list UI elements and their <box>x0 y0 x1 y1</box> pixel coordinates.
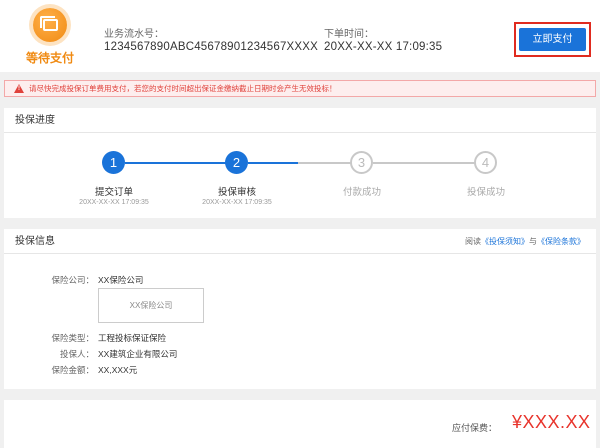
warning-text: 请尽快完成投保订单费用支付，若您的支付时间超出保证金缴纳截止日期时会产生无效投标… <box>29 84 337 93</box>
step-1-time: 20XX-XX-XX 17:09:35 <box>79 199 149 206</box>
step-1-circle: 1 <box>102 151 125 174</box>
read-prefix: 阅读 <box>465 237 481 246</box>
card-wallet-icon <box>33 8 67 42</box>
step-4-circle: 4 <box>474 151 497 174</box>
progress-panel: 投保进度 1 2 3 4 提交订单 投保审核 付款成功 投保成功 20XX-XX… <box>4 108 596 218</box>
holder-value: XX建筑企业有限公司 <box>98 349 178 359</box>
step-2-circle: 2 <box>225 151 248 174</box>
type-label: 保险类型： <box>51 333 94 343</box>
insurance-info-title: 投保信息 <box>15 236 55 247</box>
step-2-time: 20XX-XX-XX 17:09:35 <box>202 199 272 206</box>
read-and: 与 <box>529 237 537 246</box>
insurance-terms-link[interactable]: 《保险条款》 <box>537 237 585 246</box>
progress-steps: 1 2 3 4 提交订单 投保审核 付款成功 投保成功 20XX-XX-XX 1… <box>4 133 596 223</box>
due-amount: ¥XXX.XX <box>512 412 591 432</box>
terms-note: 阅读《投保须知》与《保险条款》 <box>465 229 585 254</box>
insurance-info-header: 投保信息 阅读《投保须知》与《保险条款》 <box>4 229 596 254</box>
insurance-info-panel: 投保信息 阅读《投保须知》与《保险条款》 保险公司： XX保险公司 XX保险公司… <box>4 229 596 389</box>
insurance-info-body: 保险公司： XX保险公司 XX保险公司 保险类型： 工程投标保证保险 投保人： … <box>4 254 596 388</box>
step-4-label: 投保成功 <box>466 187 505 198</box>
step-3-label: 付款成功 <box>342 187 381 198</box>
holder-label: 投保人： <box>59 349 94 359</box>
order-status: 等待支付 <box>22 8 78 66</box>
type-value: 工程投标保证保险 <box>98 333 167 343</box>
serial-value: 1234567890ABC45678901234567XXXX <box>104 41 319 53</box>
amount-value: XX,XXX元 <box>98 365 138 375</box>
step-2-label: 投保审核 <box>217 187 256 198</box>
step-connector-2a <box>248 162 298 164</box>
step-1-label: 提交订单 <box>94 187 133 198</box>
order-time-label: 下单时间： <box>324 29 374 40</box>
step-3-circle: 3 <box>350 151 373 174</box>
warning-banner: ! 请尽快完成投保订单费用支付，若您的支付时间超出保证金缴纳截止日期时会产生无效… <box>4 80 596 97</box>
serial-label: 业务流水号： <box>104 29 164 40</box>
order-summary: 等待支付 业务流水号： 1234567890ABC45678901234567X… <box>0 0 600 72</box>
insurer-value: XX保险公司 <box>98 275 144 285</box>
amount-label: 保险金额： <box>51 365 94 375</box>
pay-button-highlight: 立即支付 <box>514 22 591 57</box>
due-label: 应付保费： <box>452 423 498 433</box>
insurer-label: 保险公司： <box>51 275 94 285</box>
insurance-notice-link[interactable]: 《投保须知》 <box>481 237 529 246</box>
step-connector-3 <box>373 162 485 164</box>
warning-triangle-icon: ! <box>14 84 24 93</box>
insurer-logo: XX保险公司 <box>98 288 204 323</box>
order-status-text: 等待支付 <box>25 51 74 65</box>
step-connector-1 <box>125 162 236 164</box>
payment-bar: 应付保费： ¥XXX.XX <box>4 400 596 448</box>
pay-now-button[interactable]: 立即支付 <box>519 28 586 51</box>
progress-title: 投保进度 <box>4 108 596 133</box>
order-time-value: 20XX-XX-XX 17:09:35 <box>324 41 443 53</box>
